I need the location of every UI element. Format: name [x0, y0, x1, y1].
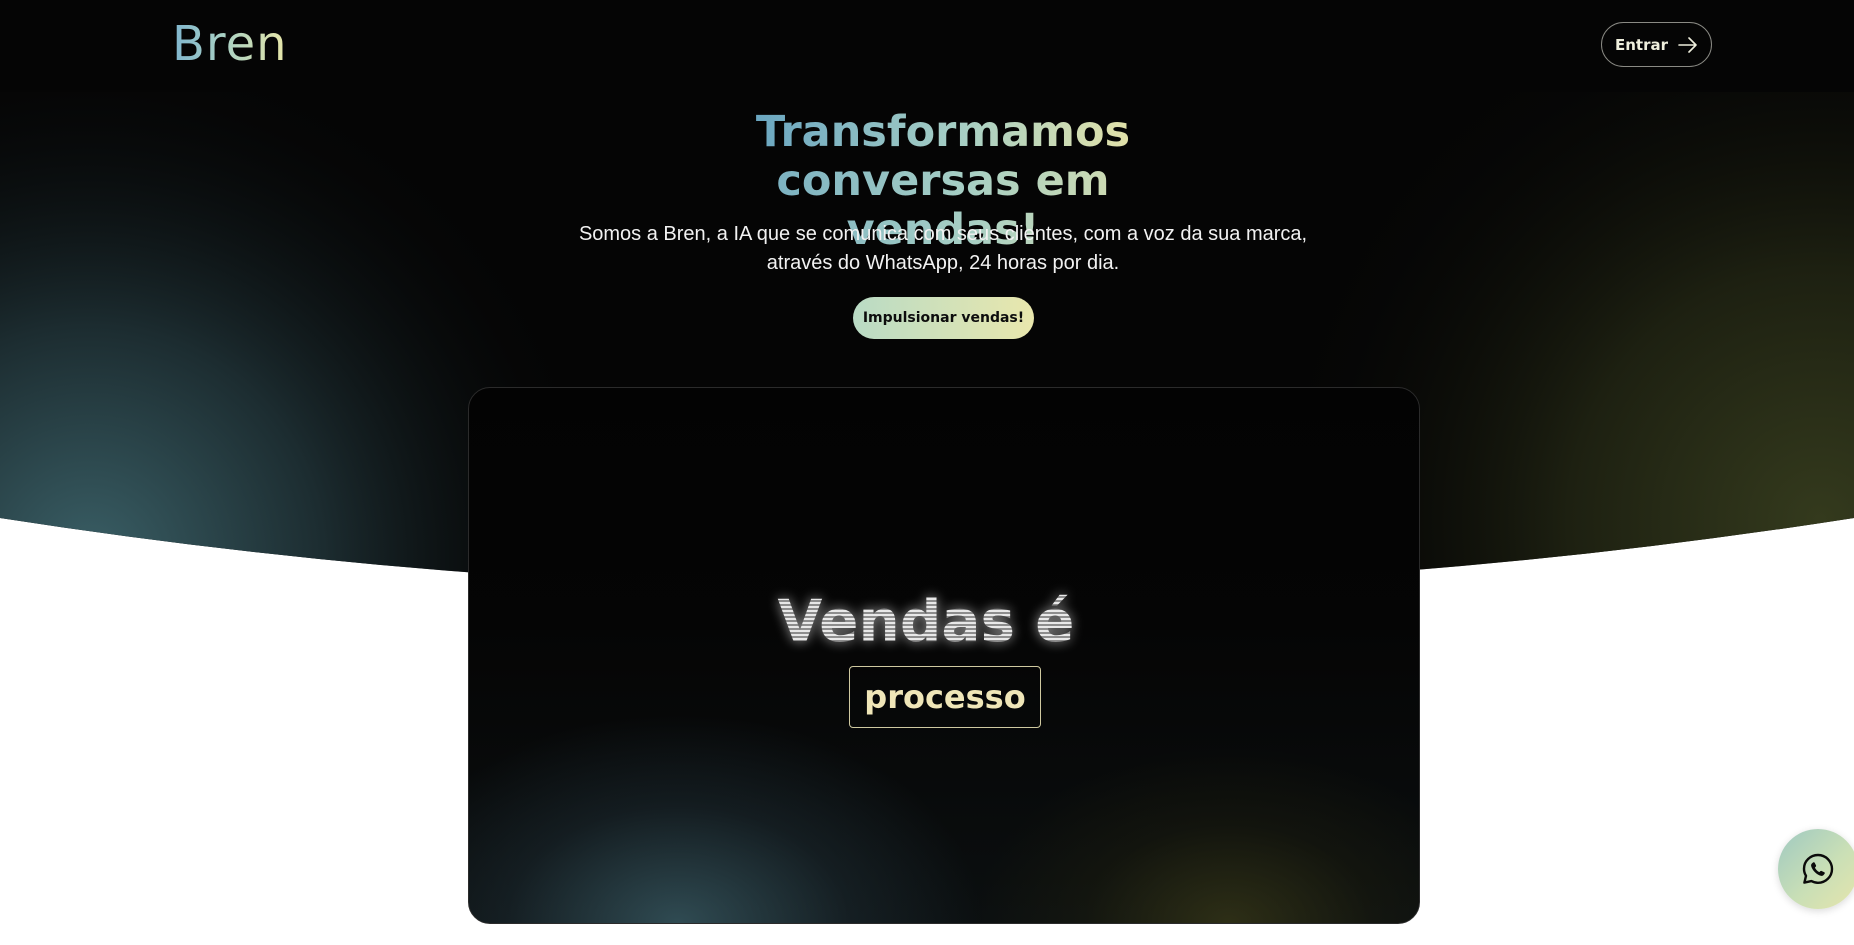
card-headline: Vendas é [469, 586, 1401, 656]
whatsapp-chat-button[interactable] [1778, 829, 1854, 909]
card-rotating-word: processo [849, 666, 1041, 728]
login-button[interactable]: Entrar [1601, 22, 1712, 67]
boost-sales-button[interactable]: Impulsionar vendas! [853, 297, 1034, 339]
hero-subtitle-line-1: Somos a Bren, a IA que se comunica com s… [578, 223, 1308, 245]
hero-subtitle-line-2: através do WhatsApp, 24 horas por dia. [766, 252, 1120, 274]
hero-subtitle: Somos a Bren, a IA que se comunica com s… [0, 220, 1854, 278]
bren-logo[interactable]: Bren [172, 14, 288, 74]
login-button-label: Entrar [1614, 35, 1668, 54]
whatsapp-icon [1802, 853, 1834, 884]
showcase-video-card[interactable]: Vendas é processo [468, 387, 1420, 924]
top-navigation-bar: Bren Entrar [0, 0, 1854, 92]
arrow-right-icon [1678, 36, 1697, 53]
hero-title-line-1: Transformamos [753, 108, 1133, 157]
